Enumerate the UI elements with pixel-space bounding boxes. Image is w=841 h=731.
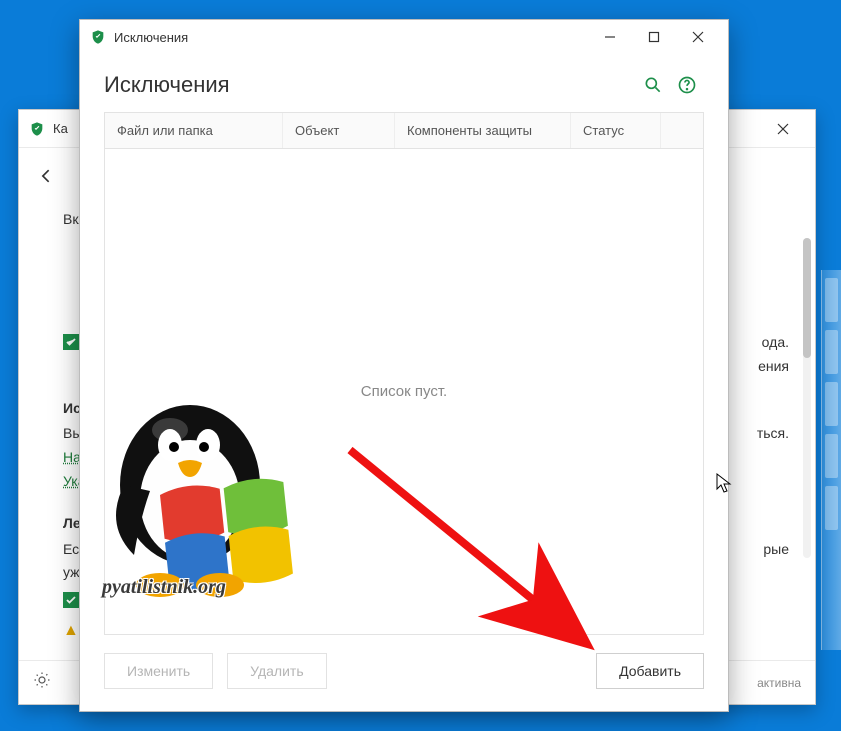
column-header-status[interactable]: Статус: [571, 113, 661, 148]
edit-button: Изменить: [104, 653, 213, 689]
exclusions-titlebar: Исключения: [80, 20, 728, 54]
footer-status: активна: [757, 676, 801, 690]
table-body: Список пуст.: [105, 149, 703, 634]
column-header-spacer: [661, 113, 703, 148]
maximize-button[interactable]: [632, 22, 676, 52]
column-header-file[interactable]: Файл или папка: [105, 113, 283, 148]
exclusions-header: Исключения: [80, 54, 728, 112]
parent-close-button[interactable]: [761, 114, 805, 144]
parent-scrollbar[interactable]: [803, 238, 811, 558]
exclusions-window: Исключения Исключения Файл или папка Объ…: [79, 19, 729, 712]
column-header-components[interactable]: Компоненты защиты: [395, 113, 571, 148]
shield-icon: [29, 121, 45, 137]
back-button[interactable]: [33, 162, 61, 190]
warning-icon: ▲: [63, 622, 79, 639]
checkbox-checked-icon[interactable]: [63, 334, 79, 350]
delete-button: Удалить: [227, 653, 326, 689]
desktop-right-edge: [821, 270, 841, 650]
gear-icon[interactable]: [33, 671, 51, 694]
page-title: Исключения: [104, 72, 636, 98]
exclusions-window-title: Исключения: [114, 30, 588, 45]
add-button[interactable]: Добавить: [596, 653, 704, 689]
text-fragment: рые: [763, 538, 789, 562]
help-button[interactable]: [670, 68, 704, 102]
close-button[interactable]: [676, 22, 720, 52]
search-button[interactable]: [636, 68, 670, 102]
text-fragment: ться.: [757, 422, 789, 446]
exclusions-footer: Изменить Удалить Добавить: [80, 635, 728, 711]
checkbox-checked-icon[interactable]: [63, 592, 79, 608]
table-header-row: Файл или папка Объект Компоненты защиты …: [105, 113, 703, 149]
exclusions-table: Файл или папка Объект Компоненты защиты …: [104, 112, 704, 635]
minimize-button[interactable]: [588, 22, 632, 52]
text-fragment: ода.: [762, 331, 789, 355]
empty-list-message: Список пуст.: [361, 383, 447, 400]
mouse-cursor-icon: [716, 473, 732, 498]
column-header-object[interactable]: Объект: [283, 113, 395, 148]
shield-icon: [90, 29, 106, 45]
